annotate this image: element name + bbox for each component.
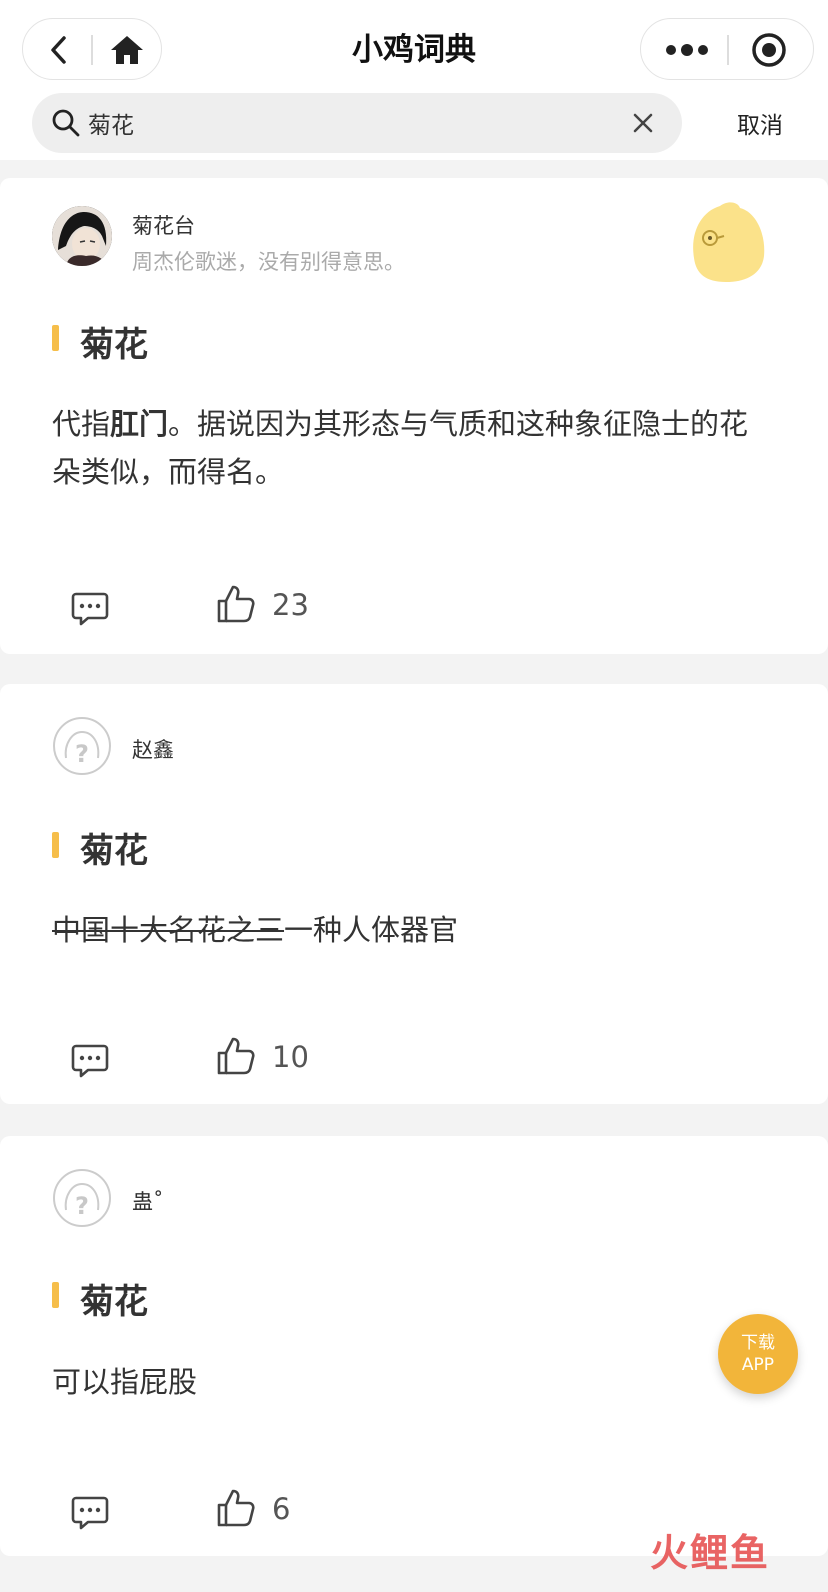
back-button[interactable] [41, 33, 77, 67]
comment-icon[interactable] [70, 588, 110, 628]
user-signature: 周杰伦歌迷，没有别得意思。 [132, 250, 405, 274]
entry-word: 菊花 [80, 325, 148, 365]
comment-icon[interactable] [70, 1492, 110, 1532]
download-label: 下载 [741, 1333, 775, 1353]
word-accent-bar [52, 325, 59, 351]
entry-definition: 中国十大名花之三一种人体器官 [52, 906, 772, 954]
entry-card: ? 蛊˚ 菊花 可以指屁股 6 [0, 1136, 828, 1556]
entry-word: 菊花 [80, 1282, 148, 1322]
more-dots-icon [666, 44, 708, 56]
capsule-divider [727, 35, 729, 65]
home-button[interactable] [107, 32, 147, 68]
avatar[interactable] [52, 206, 112, 266]
definition-struck-text: 中国十大名花之三 [52, 913, 285, 947]
chevron-left-icon [51, 36, 66, 64]
thumbs-up-icon[interactable] [216, 1488, 256, 1528]
entry-card: 菊花台 周杰伦歌迷，没有别得意思。 菊花 代指肛门。据说因为其形态与气质和这种象… [0, 178, 828, 654]
search-input[interactable] [88, 103, 608, 143]
like-count: 10 [272, 1040, 309, 1074]
default-avatar-icon[interactable]: ? [52, 716, 112, 776]
definition-highlight: 肛门 [110, 407, 169, 441]
search-icon [52, 109, 80, 137]
avatar-portrait-icon [52, 206, 112, 266]
more-button[interactable] [663, 33, 711, 67]
username[interactable]: 赵鑫 [132, 734, 174, 764]
thumbs-up-icon[interactable] [216, 584, 256, 624]
search-bar [32, 93, 682, 153]
svg-text:?: ? [75, 1192, 89, 1220]
like-count: 6 [272, 1492, 291, 1526]
entry-definition: 可以指屁股 [52, 1365, 198, 1399]
cancel-button[interactable]: 取消 [720, 106, 800, 140]
word-accent-bar [52, 1282, 59, 1308]
entry-definition: 代指肛门。据说因为其形态与气质和这种象征隐士的花朵类似，而得名。 [52, 400, 772, 496]
capsule-divider [91, 35, 93, 65]
watermark-logo: 火鲤鱼 [650, 1531, 771, 1575]
clear-search-button[interactable] [628, 108, 658, 138]
username[interactable]: 菊花台 [132, 210, 195, 240]
like-count: 23 [272, 588, 309, 622]
thumbs-up-icon[interactable] [216, 1036, 256, 1076]
comment-icon[interactable] [70, 1040, 110, 1080]
top-bar: 小鸡词典 取消 [0, 0, 828, 160]
chick-mascot-icon [693, 202, 765, 282]
definition-text: 一种人体器官 [284, 913, 459, 947]
home-icon [111, 36, 143, 64]
svg-text:?: ? [75, 740, 89, 768]
username[interactable]: 蛊˚ [132, 1186, 164, 1216]
nav-capsule-left [22, 18, 162, 80]
close-icon [633, 113, 653, 133]
app-label: APP [741, 1355, 775, 1375]
entry-word: 菊花 [80, 831, 148, 871]
nav-capsule-right [640, 18, 814, 80]
definition-text: 代指 [52, 407, 111, 441]
page-title: 小鸡词典 [352, 32, 476, 68]
entry-card: ? 赵鑫 菊花 中国十大名花之三一种人体器官 10 [0, 684, 828, 1104]
download-app-button[interactable]: 下载 APP [718, 1314, 798, 1394]
close-miniprogram-button[interactable] [749, 31, 789, 69]
target-icon [752, 33, 786, 67]
default-avatar-icon[interactable]: ? [52, 1168, 112, 1228]
word-accent-bar [52, 832, 59, 858]
